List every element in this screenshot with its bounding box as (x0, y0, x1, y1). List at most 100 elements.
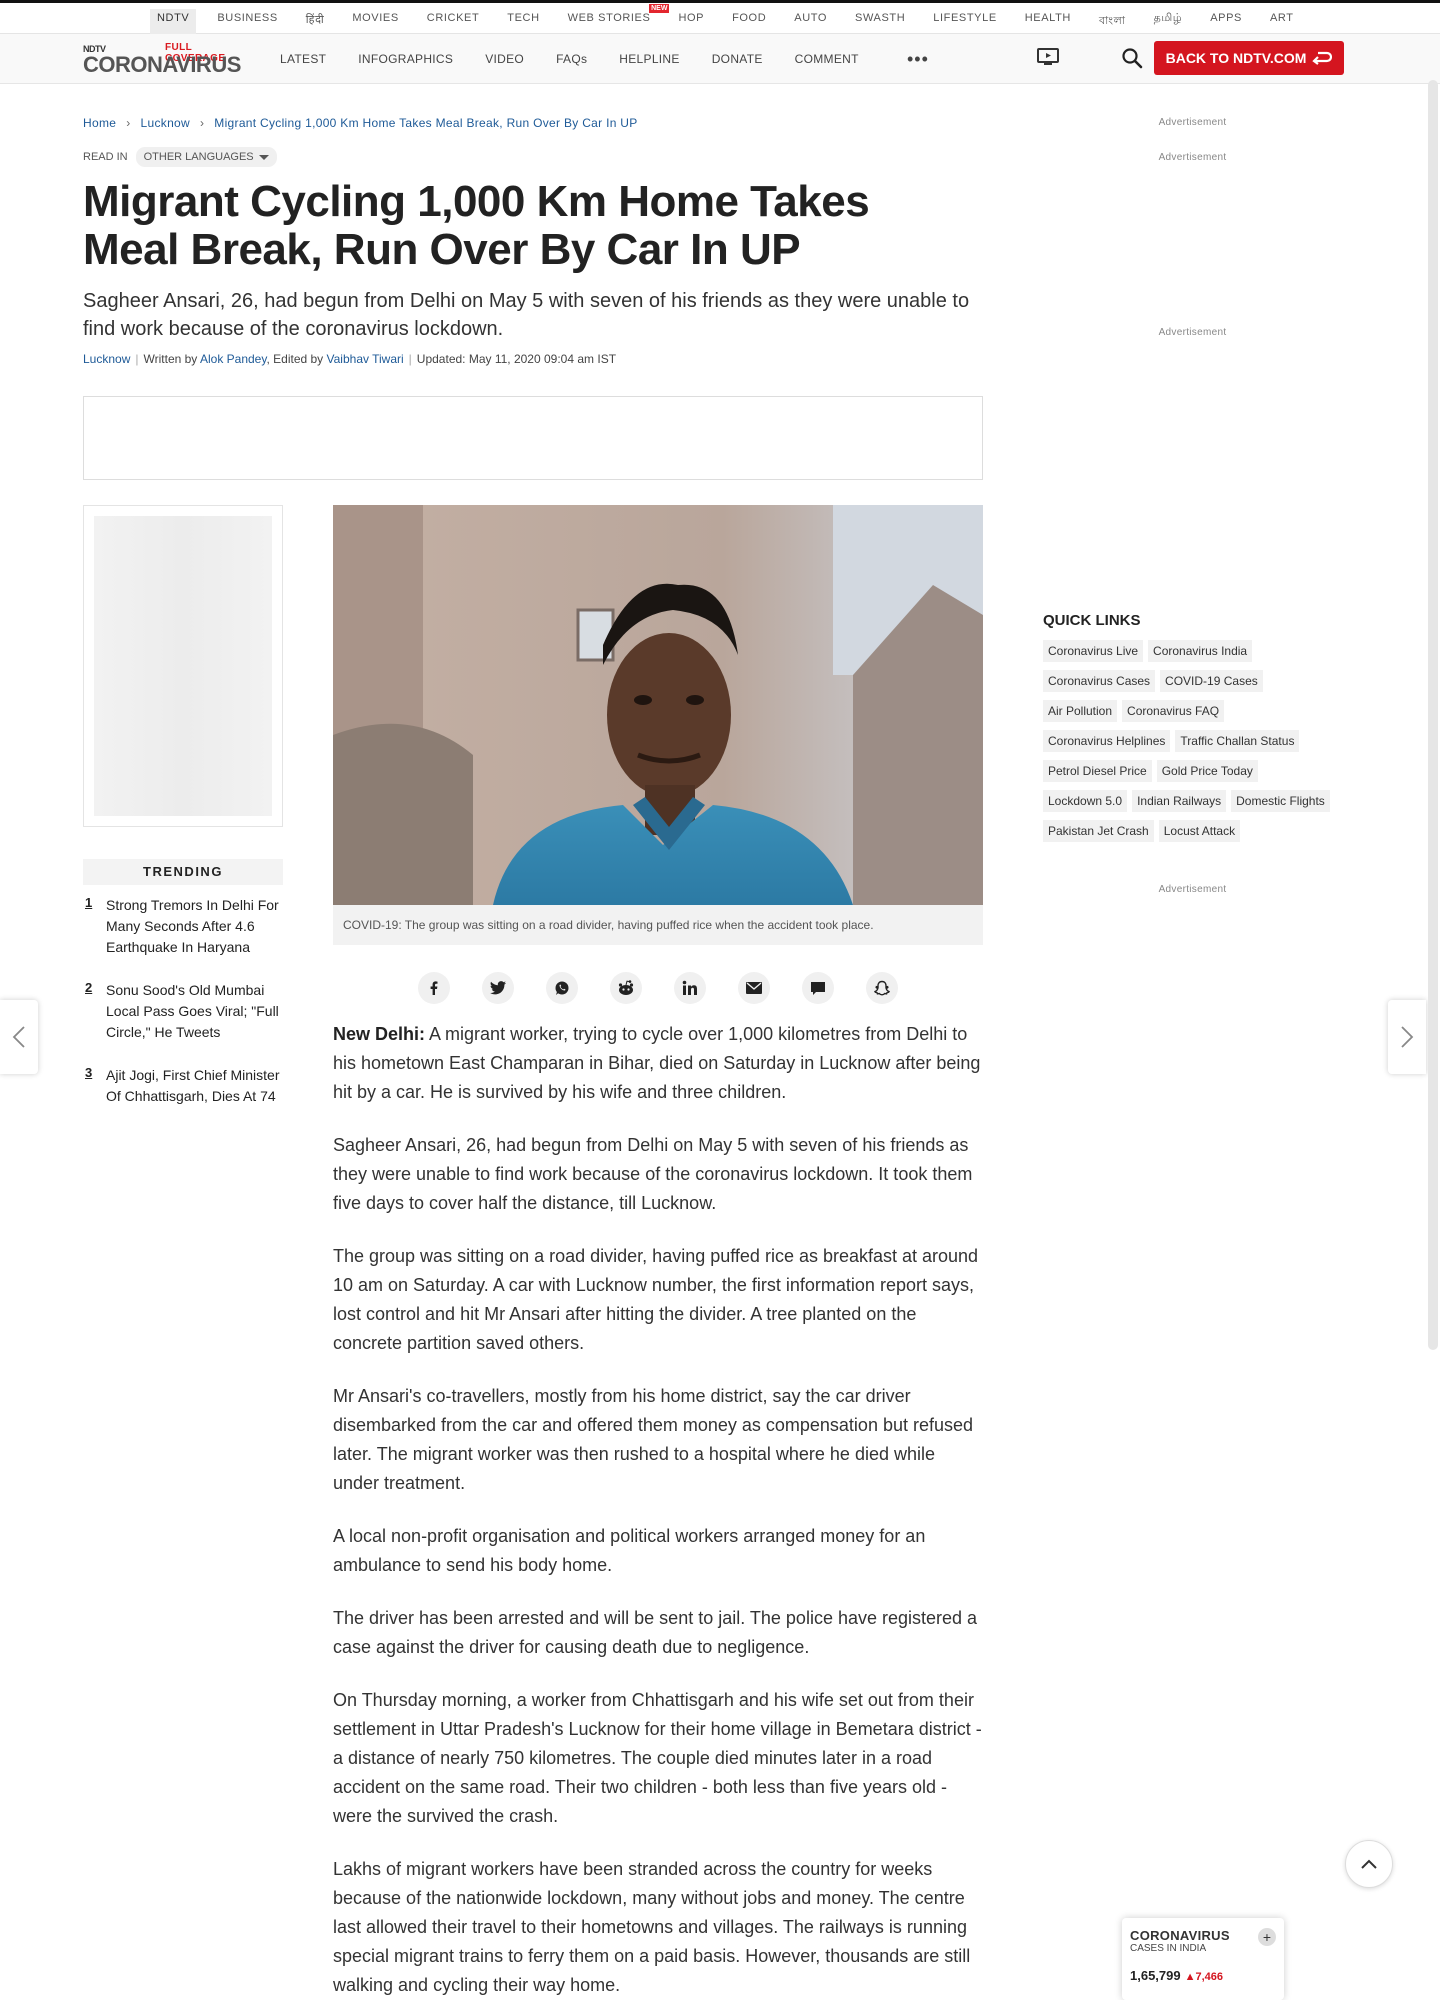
section-nav-link[interactable]: LATEST (280, 52, 326, 66)
network-nav-list: NDTV BUSINESS हिंदी MOVIES CRICKET TECH WEB ST… (150, 4, 1315, 34)
breadcrumb-home[interactable]: Home (83, 116, 116, 130)
quick-link[interactable]: Domestic Flights (1231, 790, 1330, 812)
section-nav-link[interactable]: VIDEO (485, 52, 524, 66)
article-dateline: New Delhi: (333, 1024, 426, 1044)
byline-location-link[interactable]: Lucknow (83, 352, 130, 366)
network-nav-item[interactable]: FOOD (725, 9, 773, 34)
network-nav-item[interactable]: MOVIES (345, 9, 405, 34)
top-ad-slot[interactable] (83, 396, 983, 480)
trending-list: 1 Strong Tremors In Delhi For Many Second… (83, 895, 283, 1129)
quick-link[interactable]: Coronavirus Live (1043, 640, 1144, 662)
quick-link[interactable]: Air Pollution (1043, 700, 1118, 722)
quick-link[interactable]: Coronavirus Helplines (1043, 730, 1171, 752)
trending-item[interactable]: 3 Ajit Jogi, First Chief Minister Of Chha… (83, 1065, 283, 1107)
network-nav-label: AUTO (794, 12, 828, 24)
live-tv-icon[interactable] (1037, 48, 1059, 66)
network-nav-label: LIFESTYLE (933, 12, 997, 24)
quick-link[interactable]: Lockdown 5.0 (1043, 790, 1128, 812)
coronavirus-cases-widget[interactable]: CORONAVIRUS CASES IN INDIA 1,65,799 ▲7,46… (1122, 1918, 1284, 2000)
trending-item[interactable]: 2 Sonu Sood's Old Mumbai Local Pass Goes … (83, 980, 283, 1043)
email-icon[interactable] (738, 972, 770, 1004)
quick-link[interactable]: Petrol Diesel Price (1043, 760, 1152, 782)
section-nav-link[interactable]: INFOGRAPHICS (358, 52, 453, 66)
network-nav-item[interactable]: NDTV (150, 9, 197, 34)
quick-link[interactable]: Pakistan Jet Crash (1043, 820, 1154, 842)
byline-author-link[interactable]: Alok Pandey (200, 352, 267, 366)
section-nav-link[interactable]: FAQs (556, 52, 587, 66)
article-first-paragraph: A migrant worker, trying to cycle over 1… (333, 1024, 981, 1102)
page-scrollbar[interactable] (1428, 80, 1438, 1350)
network-nav-label: WEB STORIES (567, 12, 651, 24)
breadcrumb-lucknow[interactable]: Lucknow (141, 116, 190, 130)
main-header: NDTV FULL COVERAGE CORONAVIRUS LATEST INF… (0, 34, 1440, 84)
widget-subtitle: CASES IN INDIA (1130, 1943, 1207, 1954)
other-languages-label: OTHER LANGUAGES (143, 151, 254, 163)
quick-link[interactable]: Coronavirus India (1148, 640, 1253, 662)
trending-headline: Ajit Jogi, First Chief Minister Of Chhat… (106, 1067, 280, 1104)
previous-story-arrow[interactable] (0, 1000, 38, 1074)
reddit-icon[interactable] (610, 972, 642, 1004)
share-bar (418, 972, 898, 1004)
section-nav-link[interactable]: COMMENT (795, 52, 859, 66)
network-nav-item[interactable]: தமிழ் (1147, 9, 1190, 34)
network-nav-item[interactable]: LIFESTYLE (926, 9, 1003, 34)
article-headline: Migrant Cycling 1,000 Km Home Takes Meal… (83, 177, 870, 274)
network-nav-item[interactable]: CRICKET (420, 9, 486, 34)
twitter-icon[interactable] (482, 972, 514, 1004)
more-menu-icon[interactable]: ••• (907, 50, 929, 68)
network-nav-label: APPS (1210, 12, 1242, 24)
quick-link[interactable]: Coronavirus FAQ (1122, 700, 1225, 722)
left-ad-slot[interactable] (83, 505, 283, 827)
other-languages-dropdown[interactable]: OTHER LANGUAGES (135, 147, 277, 167)
snapchat-icon[interactable] (866, 972, 898, 1004)
network-nav-item[interactable]: HEALTH (1018, 9, 1078, 34)
trending-heading: TRENDING (83, 859, 283, 885)
ad-label: Advertisement (1158, 327, 1227, 338)
byline-editor-link[interactable]: Vaibhav Tiwari (327, 352, 404, 366)
quick-link[interactable]: Indian Railways (1132, 790, 1227, 812)
network-nav-item[interactable]: HOP (671, 9, 711, 34)
network-nav-label: HOP (678, 12, 705, 24)
network-nav-item[interactable]: বাংলা (1092, 9, 1133, 34)
network-nav-item[interactable]: APPS (1203, 9, 1249, 34)
quick-link[interactable]: COVID-19 Cases (1160, 670, 1263, 692)
network-nav-item[interactable]: WEB STORIES NEW (561, 4, 670, 34)
comment-icon[interactable] (802, 972, 834, 1004)
article-hero-image (333, 505, 983, 905)
article-paragraph: The driver has been arrested and will be… (333, 1608, 978, 1657)
breadcrumb-current[interactable]: Migrant Cycling 1,000 Km Home Takes Meal… (214, 116, 637, 130)
quick-link[interactable]: Locust Attack (1158, 820, 1241, 842)
coronavirus-logo[interactable]: NDTV FULL COVERAGE CORONAVIRUS (83, 42, 253, 77)
byline-updated: Updated: May 11, 2020 09:04 am IST (416, 352, 617, 366)
back-to-ndtv-button[interactable]: BACK TO NDTV.COM (1154, 41, 1344, 75)
trending-rank: 2 (85, 980, 93, 995)
linkedin-icon[interactable] (674, 972, 706, 1004)
expand-icon[interactable]: + (1258, 1928, 1276, 1946)
next-story-arrow[interactable] (1388, 1000, 1426, 1074)
section-nav-link[interactable]: HELPLINE (619, 52, 679, 66)
network-nav-label: NDTV (157, 12, 190, 24)
network-nav-item[interactable]: AUTO (787, 9, 834, 34)
network-nav-item[interactable]: TECH (500, 9, 546, 34)
network-nav-label: SWASTH (855, 12, 906, 24)
network-nav-label: TECH (507, 12, 540, 24)
search-icon[interactable] (1121, 47, 1143, 69)
trending-item[interactable]: 1 Strong Tremors In Delhi For Many Second… (83, 895, 283, 958)
read-in-languages: READ IN OTHER LANGUAGES (83, 147, 277, 167)
quick-link[interactable]: Gold Price Today (1156, 760, 1258, 782)
widget-delta: ▲7,466 (1184, 1971, 1224, 1983)
network-nav-label: MOVIES (352, 12, 399, 24)
article-paragraph: Lakhs of migrant workers have been stran… (333, 1859, 971, 1995)
return-arrow-icon (1312, 51, 1333, 65)
network-nav-item[interactable]: SWASTH (848, 9, 912, 34)
section-nav-link[interactable]: DONATE (712, 52, 763, 66)
quick-link[interactable]: Traffic Challan Status (1175, 730, 1300, 752)
facebook-icon[interactable] (418, 972, 450, 1004)
network-nav-item[interactable]: BUSINESS (210, 9, 284, 34)
network-nav-item[interactable]: ART (1263, 9, 1301, 34)
whatsapp-icon[interactable] (546, 972, 578, 1004)
quick-link[interactable]: Coronavirus Cases (1043, 670, 1156, 692)
network-nav-item[interactable]: हिंदी (299, 9, 332, 34)
scroll-to-top-button[interactable] (1345, 1840, 1393, 1888)
network-nav-label: BUSINESS (217, 12, 278, 24)
